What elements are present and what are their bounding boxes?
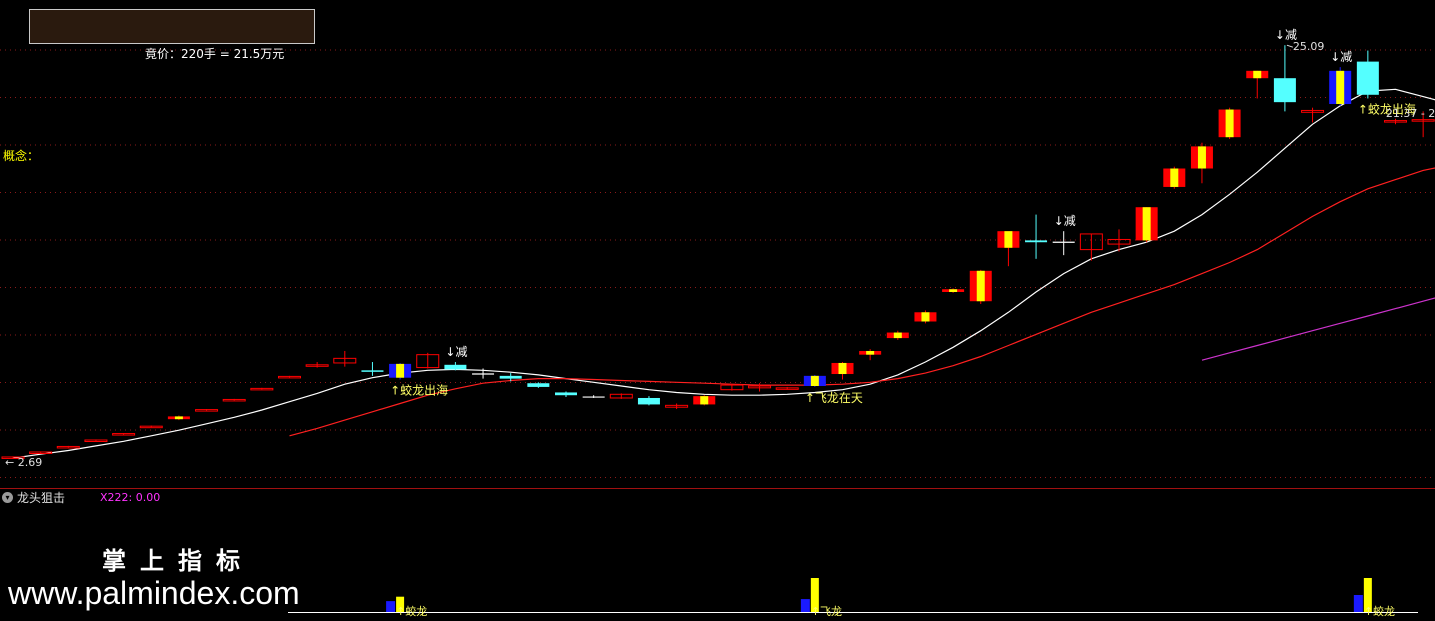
candle-body bbox=[499, 375, 522, 379]
candle-body bbox=[1356, 61, 1379, 95]
candle-body bbox=[637, 397, 660, 405]
concept-label: 概念： bbox=[3, 149, 40, 163]
auction-panel bbox=[29, 9, 315, 44]
candle-core bbox=[810, 375, 819, 386]
indicator-name[interactable]: 龙头狙击 bbox=[17, 491, 65, 505]
signal-annotation: ↓减 bbox=[1054, 214, 1076, 228]
candle-core bbox=[1004, 231, 1013, 248]
candle-core bbox=[174, 416, 183, 420]
signal-annotation: ↓减 bbox=[1330, 50, 1352, 64]
candle-core bbox=[921, 312, 930, 322]
candle-body bbox=[444, 364, 467, 370]
indicator-value: X222: 0.00 bbox=[100, 491, 161, 504]
candle-core bbox=[1336, 70, 1345, 104]
collapse-toggle-icon[interactable]: ▾ bbox=[2, 492, 13, 503]
candle-core bbox=[838, 362, 847, 375]
candle-body bbox=[361, 370, 384, 372]
candle-core bbox=[1197, 146, 1206, 169]
signal-label: ↑飞龙 bbox=[811, 605, 842, 618]
candle-body bbox=[1025, 240, 1048, 243]
signal-bar-blue bbox=[1353, 595, 1363, 612]
indicator-header: ▾ 龙头狙击 X222: 0.00 bbox=[0, 489, 400, 507]
candle-core bbox=[396, 363, 405, 378]
candlestick-chart: ↑蛟龙出海↓减↑飞龙在天↓减↓减↓减↑蛟龙出海← 2.6925.0921.37 … bbox=[0, 28, 1435, 618]
watermark-chinese: 掌上指标 bbox=[102, 547, 254, 575]
candle-core bbox=[976, 270, 985, 302]
watermark-url: www.palmindex.com bbox=[8, 575, 300, 611]
candle-core bbox=[1170, 168, 1179, 187]
signal-label: ↑蛟龙 bbox=[396, 604, 427, 618]
last-range-label: 21.37 - 21.3 bbox=[1386, 107, 1435, 120]
candle-core bbox=[700, 396, 709, 405]
candle-core bbox=[1225, 109, 1234, 138]
signal-annotation: ↓减 bbox=[445, 345, 467, 359]
signal-bar-blue bbox=[800, 599, 810, 612]
candle-core bbox=[1253, 70, 1262, 79]
candle-body bbox=[555, 392, 577, 396]
candle-body bbox=[527, 383, 550, 387]
high-price-label: 25.09 bbox=[1293, 40, 1325, 53]
signal-label: ↑蛟龙 bbox=[1364, 604, 1395, 618]
candle-core bbox=[949, 289, 958, 292]
candle-core bbox=[893, 332, 902, 339]
ma-line-1 bbox=[12, 88, 1435, 459]
ma-line-3 bbox=[1201, 297, 1435, 361]
signal-annotation: ↑飞龙在天 bbox=[805, 391, 863, 405]
low-price-label: ← 2.69 bbox=[5, 456, 42, 469]
candle-body bbox=[1273, 78, 1296, 103]
auction-text: 竟价：220手 = 21.5万元 bbox=[145, 47, 285, 61]
candle-core bbox=[866, 350, 875, 355]
signal-annotation: ↑蛟龙出海 bbox=[390, 383, 448, 398]
candle-core bbox=[1142, 207, 1151, 241]
signal-bar-blue bbox=[386, 601, 396, 612]
